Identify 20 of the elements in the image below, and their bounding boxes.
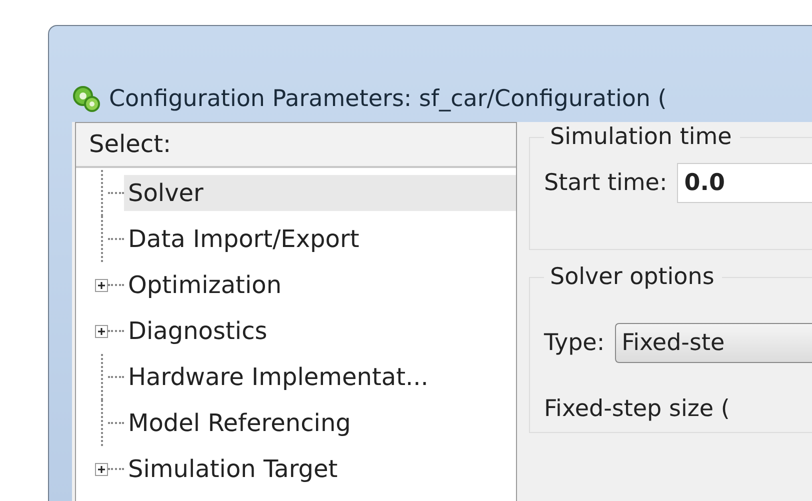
gears-icon <box>71 84 101 114</box>
tree-item[interactable]: Diagnostics <box>124 313 516 349</box>
expand-icon[interactable] <box>95 324 108 338</box>
tree-item[interactable]: Solver <box>124 175 516 211</box>
tree-item[interactable]: Data Import/Export <box>124 221 516 257</box>
step-size-label: Fixed-step size ( <box>544 396 730 422</box>
type-label: Type: <box>544 330 605 356</box>
group-title: Simulation time <box>549 124 733 150</box>
start-time-label: Start time: <box>544 170 668 196</box>
expand-icon[interactable] <box>95 462 108 476</box>
expand-icon[interactable] <box>95 278 108 292</box>
tree-item[interactable]: Simulation Target <box>124 451 516 487</box>
group-title: Solver options <box>549 264 716 290</box>
tree-item[interactable]: Hardware Implementat... <box>124 359 516 395</box>
tree-item[interactable]: Model Referencing <box>124 405 516 441</box>
tree-item[interactable]: Optimization <box>124 267 516 303</box>
type-dropdown[interactable]: Fixed-ste <box>614 323 812 363</box>
window-title: Configuration Parameters: sf_car/Configuration ( <box>109 85 667 114</box>
tree-header: Select: <box>76 123 516 168</box>
start-time-field[interactable]: 0.0 <box>677 163 812 203</box>
